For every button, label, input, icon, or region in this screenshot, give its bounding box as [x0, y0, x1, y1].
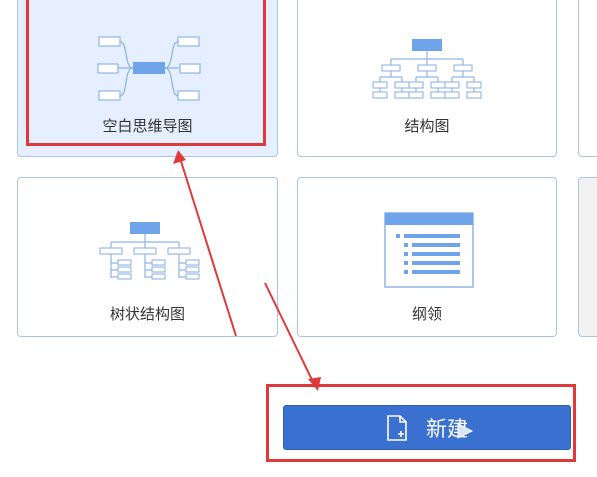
- template-picker-page: 空白思维导图 结构图 树状结构图 纲领 新建: [0, 0, 597, 477]
- template-label-outline: 纲领: [411, 305, 442, 323]
- template-card-outline[interactable]: 纲领: [297, 177, 557, 337]
- template-card-structure-chart[interactable]: 结构图: [297, 0, 557, 157]
- template-label-structure-chart: 结构图: [404, 117, 450, 135]
- new-file-icon: [387, 414, 407, 441]
- outline-icon: [384, 212, 474, 288]
- template-card-partial[interactable]: [578, 0, 597, 157]
- mouse-cursor-icon: [457, 423, 474, 439]
- tree-chart-icon: [99, 222, 200, 280]
- structure-chart-icon: [372, 39, 482, 99]
- template-card-blank-mindmap[interactable]: 空白思维导图: [17, 0, 278, 157]
- template-card-partial-2[interactable]: [578, 177, 597, 337]
- template-label-tree-chart: 树状结构图: [109, 305, 185, 323]
- new-button[interactable]: 新建: [283, 405, 571, 450]
- template-label-blank-mindmap: 空白思维导图: [102, 117, 193, 135]
- mind-map-icon: [97, 36, 201, 101]
- template-card-tree-chart[interactable]: 树状结构图: [17, 177, 278, 337]
